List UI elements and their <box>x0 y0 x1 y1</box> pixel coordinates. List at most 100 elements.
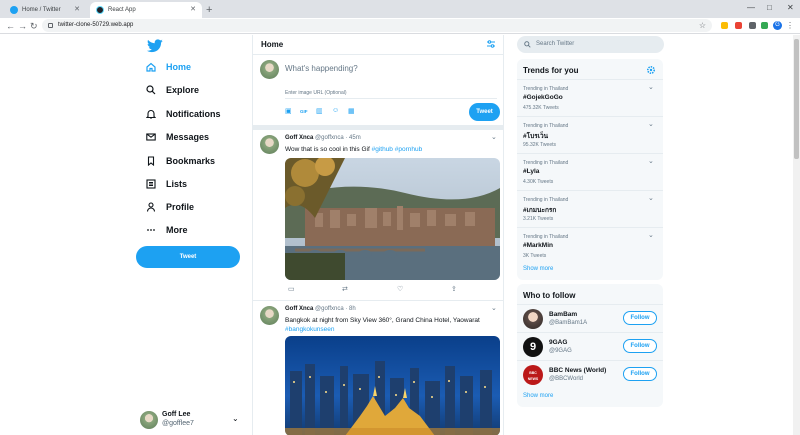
tweet-composer: What's happending? Enter image URL (Opti… <box>253 55 504 125</box>
page: Home Explore Notifications Messages Book… <box>0 35 800 435</box>
sidebar-item-home[interactable]: Home <box>146 57 256 77</box>
sidebar-item-label: Notifications <box>166 109 221 119</box>
follow-button[interactable]: Follow <box>623 311 657 325</box>
more-icon <box>147 229 155 231</box>
browser-tab-twitter[interactable]: Home / Twitter ✕ <box>4 2 86 18</box>
follow-button[interactable]: Follow <box>623 339 657 353</box>
star-icon[interactable]: ☆ <box>699 19 706 32</box>
scrollbar-thumb[interactable] <box>794 39 799 159</box>
tweet-time: 8h <box>349 306 356 312</box>
tweet-text: Bangkok at night from Sky View 360°, Gra… <box>285 317 480 333</box>
sidebar-item-explore[interactable]: Explore <box>146 80 256 100</box>
close-tab-icon[interactable]: ✕ <box>190 2 196 18</box>
browser-tab-react-app[interactable]: React App ✕ <box>90 2 202 18</box>
forward-icon[interactable]: → <box>18 19 27 33</box>
back-icon[interactable]: ← <box>6 19 15 33</box>
trend-item[interactable]: Trending in Thailand #MarkMin 3K Tweets … <box>517 227 663 264</box>
chevron-down-icon[interactable]: ⌄ <box>648 194 654 202</box>
trend-count: 4.30K Tweets <box>523 179 554 185</box>
image-url-input[interactable]: Enter image URL (Optional) <box>285 90 497 99</box>
extension-icon[interactable] <box>761 22 768 29</box>
who-to-follow-panel: Who to follow BamBam @BamBam1A Follow 9 … <box>517 284 663 407</box>
chevron-down-icon[interactable]: ⌄ <box>648 120 654 128</box>
hashtag[interactable]: #bangkokunseen <box>285 326 335 333</box>
emoji-icon[interactable]: ☺ <box>332 107 339 114</box>
twitter-logo-icon[interactable] <box>147 39 163 53</box>
tweet-menu-chevron-icon[interactable]: ⌄ <box>491 133 497 141</box>
mail-icon <box>146 133 156 141</box>
trend-item[interactable]: Trending in Thailand #เกมนะกรก 3.21K Twe… <box>517 190 663 227</box>
compose-tweet-button[interactable]: Tweet <box>469 103 500 121</box>
close-window-icon[interactable]: ✕ <box>787 2 794 14</box>
sidebar-item-messages[interactable]: Messages <box>146 127 256 147</box>
search-icon <box>524 41 531 48</box>
avatar <box>260 306 279 325</box>
trend-item[interactable]: Trending in Thailand #Lyla 4.30K Tweets … <box>517 153 663 190</box>
account-name: Goff Lee <box>162 411 191 418</box>
sidebar-item-label: More <box>166 225 188 235</box>
tweet[interactable]: Goff Xnca @goffxnca · 8h ⌄ Bangkok at ni… <box>253 302 504 435</box>
page-scrollbar[interactable] <box>793 35 800 435</box>
url-field[interactable]: twitter-clone-50729.web.app ☆ <box>42 19 712 32</box>
chevron-down-icon[interactable]: ⌄ <box>648 83 654 91</box>
sidebar-item-profile[interactable]: Profile <box>146 197 256 217</box>
image-icon[interactable]: ▣ <box>285 107 292 115</box>
menu-icon[interactable]: ⋮ <box>786 19 794 33</box>
minimize-icon[interactable]: — <box>747 2 755 14</box>
reply-icon[interactable]: ▭ <box>288 285 295 293</box>
extensions-puzzle-icon[interactable] <box>749 22 756 29</box>
retweet-icon[interactable]: ⇄ <box>342 285 348 293</box>
sparkle-icon[interactable] <box>486 39 496 49</box>
avatar <box>260 135 279 154</box>
extension-icon[interactable] <box>721 22 728 29</box>
sidebar-item-bookmarks[interactable]: Bookmarks <box>146 151 256 171</box>
gif-icon[interactable]: GIF <box>300 109 308 114</box>
follow-suggestion[interactable]: BBC NEWS BBC News (World) @BBCWorld Follo… <box>517 360 663 388</box>
trend-tag: #โบรเว็น <box>523 133 549 140</box>
trend-item[interactable]: Trending in Thailand #โบรเว็น 95.32K Twe… <box>517 116 663 153</box>
maximize-icon[interactable]: □ <box>767 2 772 14</box>
share-icon[interactable]: ⇪ <box>451 285 457 293</box>
follow-button[interactable]: Follow <box>623 367 657 381</box>
tweet-menu-chevron-icon[interactable]: ⌄ <box>491 304 497 312</box>
tweet[interactable]: Goff Xnca @goffxnca · 45m ⌄ Wow that is … <box>253 131 504 301</box>
tweet-image[interactable] <box>285 158 500 280</box>
follow-show-more-link[interactable]: Show more <box>523 393 553 399</box>
suggestion-handle: @BamBam1A <box>549 320 588 326</box>
bell-icon <box>146 110 156 119</box>
chevron-down-icon[interactable]: ⌄ <box>648 157 654 165</box>
chevron-down-icon[interactable]: ⌄ <box>648 231 654 239</box>
profile-avatar[interactable]: G <box>773 21 782 30</box>
search-input[interactable]: Search Twitter <box>517 36 664 53</box>
follow-suggestion[interactable]: 9 9GAG @9GAG Follow <box>517 332 663 360</box>
gear-icon[interactable] <box>646 65 656 75</box>
schedule-icon[interactable]: ▦ <box>348 107 355 115</box>
sidebar-tweet-button[interactable]: Tweet <box>136 246 240 268</box>
feed-header: Home <box>253 35 504 55</box>
lock-icon <box>48 23 53 28</box>
sidebar-item-lists[interactable]: Lists <box>146 174 256 194</box>
hashtag[interactable]: #github #pornhub <box>372 146 423 153</box>
like-icon[interactable]: ♡ <box>397 285 403 293</box>
trend-tag: #เกมนะกรก <box>523 207 557 214</box>
account-switcher[interactable]: Goff Lee @gofflee7 ⌄ <box>140 409 250 431</box>
feed: Home What's happending? Enter image URL … <box>252 35 504 435</box>
trends-show-more-link[interactable]: Show more <box>523 266 553 272</box>
new-tab-icon[interactable]: + <box>206 3 212 17</box>
trend-count: 3.21K Tweets <box>523 216 554 222</box>
poll-icon[interactable]: ▥ <box>316 107 323 115</box>
tweet-text: Wow that is so cool in this Gif #github … <box>285 146 423 153</box>
suggestion-handle: @BBCWorld <box>549 376 583 382</box>
tweet-image[interactable] <box>285 336 500 435</box>
divider <box>253 125 504 130</box>
sidebar-item-notifications[interactable]: Notifications <box>146 104 256 124</box>
tweet-input[interactable]: What's happending? <box>285 64 358 73</box>
tweet-author: Goff Xnca <box>285 306 314 312</box>
sidebar-item-more[interactable]: More <box>146 220 256 240</box>
extension-icon[interactable] <box>735 22 742 29</box>
trend-item[interactable]: Trending in Thailand #GojekGoGo 475.32K … <box>517 79 663 116</box>
follow-suggestion[interactable]: BamBam @BamBam1A Follow <box>517 304 663 332</box>
close-tab-icon[interactable]: ✕ <box>74 2 80 18</box>
reload-icon[interactable]: ↻ <box>30 19 38 33</box>
trends-panel: Trends for you Trending in Thailand #Goj… <box>517 59 663 280</box>
